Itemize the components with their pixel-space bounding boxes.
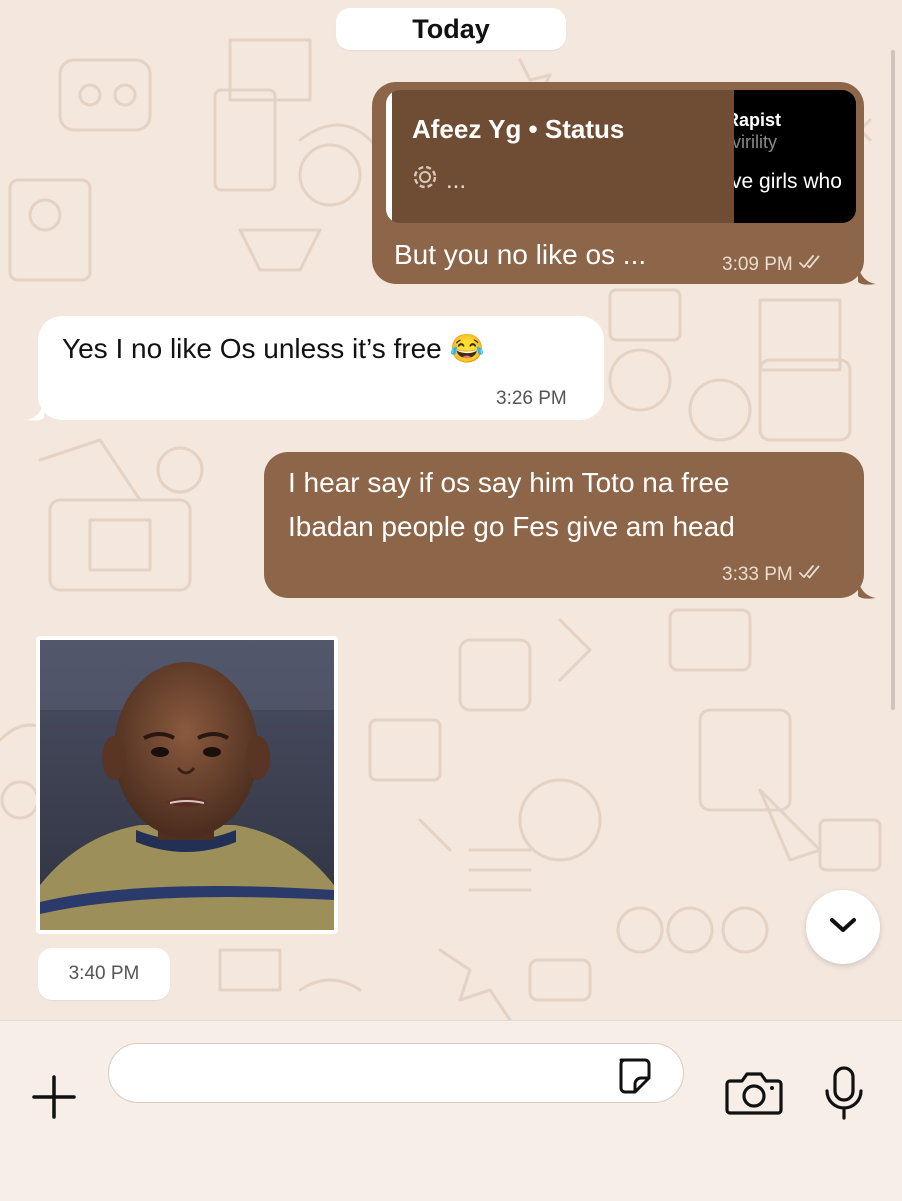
message-time: 3:26 PM (496, 388, 567, 409)
message-text-line: I hear say if os say him Toto na free (288, 467, 730, 498)
child-photo-illustration (40, 640, 334, 930)
message-meta: 3:09 PM (722, 254, 823, 276)
bubble-tail-outgoing (858, 580, 876, 599)
scroll-to-bottom-button[interactable] (806, 890, 880, 964)
message-bubble-outgoing[interactable]: I hear say if os say him Toto na free Ib… (264, 452, 864, 598)
message-text: But you no like os ... (394, 239, 647, 270)
message-input[interactable] (108, 1043, 684, 1103)
scrollbar[interactable] (891, 50, 895, 710)
status-ring-icon (412, 164, 438, 197)
photo-timestamp: 3:40 PM (38, 948, 170, 1000)
double-check-icon (798, 254, 823, 276)
bubble-tail-outgoing (858, 266, 876, 285)
thumb-text-line: virility (734, 132, 777, 152)
message-bubble-incoming[interactable]: Yes I no like Os unless it’s free 😂 3:26… (38, 316, 604, 420)
attach-button[interactable] (28, 1071, 80, 1123)
message-text: Yes I no like Os unless it’s free 😂 (62, 333, 485, 364)
camera-button[interactable] (724, 1069, 784, 1117)
camera-icon (724, 1072, 784, 1121)
photo-message[interactable] (36, 636, 338, 934)
sticker-icon (613, 1058, 653, 1100)
plus-icon (28, 1075, 80, 1127)
status-thumbnail: Rapist virility ve girls who (734, 90, 856, 223)
quote-subtitle-text: ... (446, 166, 467, 194)
microphone-button[interactable] (822, 1065, 866, 1121)
message-meta: 3:26 PM (496, 388, 567, 410)
message-time: 3:33 PM (722, 564, 793, 585)
sticker-button[interactable] (613, 1056, 653, 1096)
photo-image (40, 640, 334, 930)
message-meta: 3:33 PM (722, 564, 823, 586)
message-bubble-outgoing[interactable]: Afeez Yg • Status ... Rapist virility ve… (372, 82, 864, 284)
quoted-status[interactable]: Afeez Yg • Status ... Rapist virility ve… (386, 90, 856, 223)
message-time: 3:09 PM (722, 254, 793, 275)
thumb-text-line: ve girls who (734, 170, 842, 193)
date-header: Today (336, 8, 566, 50)
thumb-text-line: Rapist (734, 110, 782, 130)
quote-title: Afeez Yg • Status (412, 114, 625, 144)
message-composer (0, 1020, 902, 1201)
double-check-icon (798, 564, 823, 586)
quote-accent-bar (386, 90, 392, 223)
microphone-icon (822, 1066, 866, 1125)
quote-subtitle: ... (412, 164, 466, 197)
message-text-line: Ibadan people go Fes give am head (288, 511, 735, 542)
bubble-tail-incoming (26, 402, 44, 421)
chevron-down-icon (828, 915, 858, 940)
